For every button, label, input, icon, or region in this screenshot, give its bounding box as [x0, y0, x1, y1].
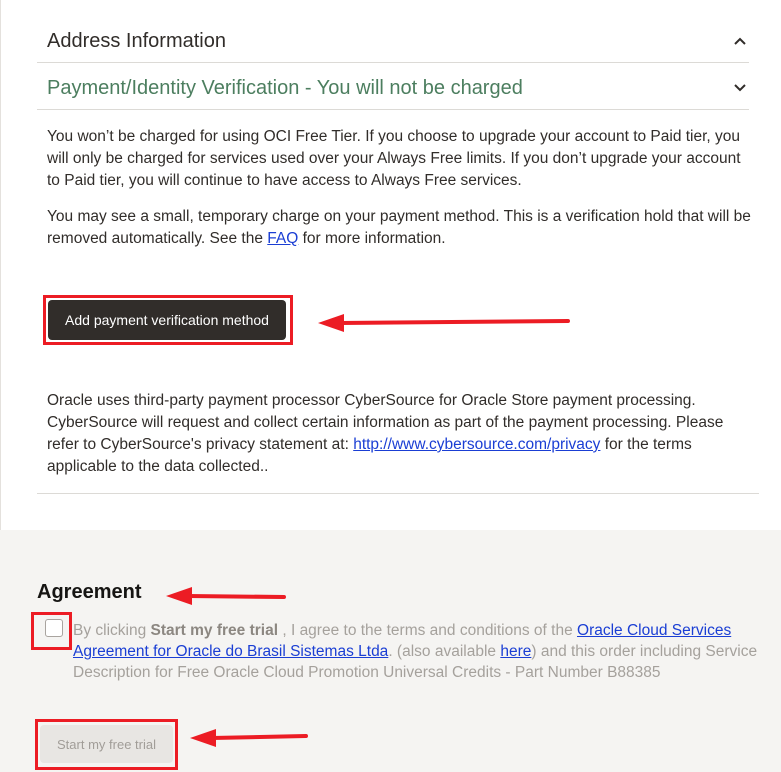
verification-hold-paragraph: You may see a small, temporary charge on…	[47, 206, 752, 250]
agreement-text-mid2: . (also available	[388, 643, 501, 660]
agreement-heading: Agreement	[37, 581, 142, 603]
section-divider	[37, 62, 749, 63]
agreement-text-mid: , I agree to the terms and conditions of…	[278, 622, 578, 639]
payment-section-header[interactable]: Payment/Identity Verification - You will…	[47, 68, 749, 108]
section-divider	[37, 493, 759, 494]
highlight-box	[31, 612, 72, 650]
agreement-here-link[interactable]: here	[500, 643, 531, 660]
privacy-link[interactable]: http://www.cybersource.com/privacy	[353, 436, 600, 453]
agreement-terms-text: By clicking Start my free trial , I agre…	[73, 620, 773, 683]
agreement-text-prefix: By clicking	[73, 622, 151, 639]
section-divider	[37, 109, 749, 110]
highlight-box	[43, 295, 293, 345]
free-tier-paragraph: You won’t be charged for using OCI Free …	[47, 128, 741, 189]
panel-border	[0, 0, 1, 530]
address-section-title: Address Information	[47, 29, 226, 52]
verification-text-end: for more information.	[298, 230, 446, 247]
agreement-text-bold: Start my free trial	[150, 622, 279, 639]
faq-link[interactable]: FAQ	[267, 230, 298, 247]
chevron-down-icon[interactable]	[731, 79, 749, 97]
payment-section-title: Payment/Identity Verification - You will…	[47, 76, 523, 99]
chevron-up-icon[interactable]	[731, 32, 749, 50]
highlight-box	[35, 719, 178, 770]
address-section-header[interactable]: Address Information	[47, 21, 749, 61]
payment-processor-paragraph: Oracle uses third-party payment processo…	[47, 390, 752, 478]
